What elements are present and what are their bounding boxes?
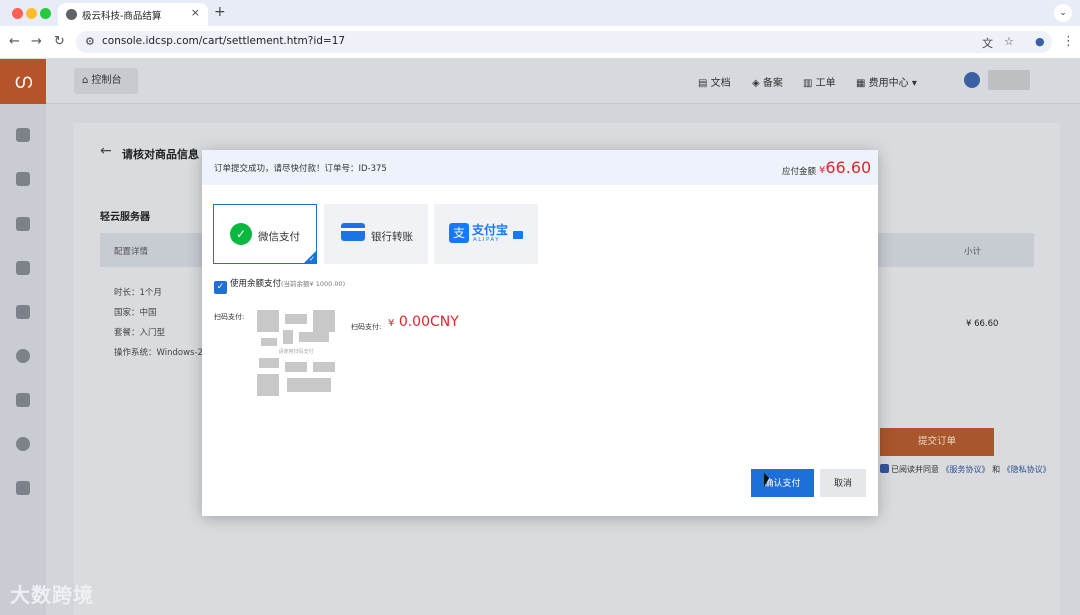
scan-currency: ¥: [388, 318, 395, 329]
close-window-button[interactable]: [12, 8, 23, 19]
amount-due-label: 应付金额: [782, 167, 817, 177]
database-icon[interactable]: [16, 305, 30, 319]
col-subtotal: 小计: [964, 247, 982, 257]
agree-text: 已阅读并同意: [891, 465, 939, 474]
console-home-button[interactable]: ⌂ 控制台: [74, 68, 138, 94]
billing-label: 费用中心: [868, 78, 909, 89]
docs-label: 文档: [710, 78, 731, 89]
payment-dialog-header: 订单提交成功，请尽快付款！订单号：ID-375 应付金额 ¥66.60: [202, 150, 878, 185]
icp-label: 备案: [762, 78, 783, 89]
service-agreement-link[interactable]: 《服务协议》: [942, 465, 990, 474]
browser-tab-strip: 极云科技-商品结算 × + ⌄: [0, 0, 1080, 26]
tab-search-button[interactable]: ⌄: [1054, 4, 1072, 22]
scan-pay-label-2: 扫码支付:: [351, 323, 382, 331]
new-tab-button[interactable]: +: [214, 4, 226, 20]
home-icon: ⌂: [82, 75, 92, 86]
watermark: 大数跨境: [10, 583, 94, 607]
url-text: console.idcsp.com/cart/settlement.htm?id…: [102, 35, 346, 47]
alipay-sub-label: ALIPAY: [473, 237, 501, 243]
monitor-icon: [513, 231, 523, 239]
privacy-agreement-link[interactable]: 《隐私协议》: [1003, 465, 1051, 474]
back-button[interactable]: ←: [9, 34, 20, 49]
username-redacted[interactable]: [988, 70, 1030, 90]
scan-pay-label: 扫码支付:: [214, 313, 245, 321]
minimize-window-button[interactable]: [26, 8, 37, 19]
col-config: 配置详情: [114, 247, 149, 257]
mouse-cursor: [764, 473, 769, 487]
tab-close-icon[interactable]: ×: [191, 6, 200, 19]
address-bar[interactable]: ⚙ console.idcsp.com/cart/settlement.htm?…: [76, 31, 1052, 53]
pay-method-alipay[interactable]: 支 支付宝 ALIPAY: [434, 204, 538, 264]
globe-icon[interactable]: [16, 349, 30, 363]
pay-method-bank-label: 银行转账: [371, 231, 413, 243]
payment-dialog: 订单提交成功，请尽快付款！订单号：ID-375 应付金额 ¥66.60 ✓ 微信…: [202, 150, 878, 516]
agreement-row: 已阅读并同意 《服务协议》 和 《隐私协议》: [880, 464, 1051, 475]
dashboard-icon[interactable]: [16, 128, 30, 142]
pay-method-wechat[interactable]: ✓ 微信支付 ✓: [213, 204, 317, 264]
amount-due-value: ¥66.60: [819, 158, 871, 177]
spec-duration: 时长：1个月: [114, 288, 162, 298]
icp-link[interactable]: ◈ 备案: [752, 74, 783, 89]
scan-pay-amount: ¥ 0.00CNY: [388, 314, 459, 330]
product-section-title: 轻云服务器: [100, 212, 150, 223]
use-balance-label: 使用余额支付: [230, 279, 282, 289]
spec-os: 操作系统：Windows-20: [114, 348, 209, 358]
cancel-button[interactable]: 取消: [820, 469, 866, 497]
check-icon[interactable]: [16, 437, 30, 451]
agree-checkbox[interactable]: [880, 464, 889, 473]
check-icon: ✓: [309, 255, 315, 263]
use-balance-checkbox[interactable]: ✓: [214, 281, 227, 294]
bank-card-icon: [341, 223, 365, 241]
pay-method-bank[interactable]: 银行转账: [324, 204, 428, 264]
ticket-label: 工单: [815, 78, 836, 89]
forward-button[interactable]: →: [31, 34, 42, 49]
globe-icon: [66, 9, 77, 20]
pay-method-alipay-label: 支付宝: [472, 223, 509, 237]
spec-plan: 套餐：入门型: [114, 328, 166, 338]
billing-link[interactable]: ▦ 费用中心 ▾: [856, 74, 917, 89]
storage-icon[interactable]: [16, 217, 30, 231]
file-icon[interactable]: [16, 261, 30, 275]
server-icon[interactable]: [16, 172, 30, 186]
use-balance-row: ✓ 使用余额支付(当前余额¥ 1000.00): [214, 277, 345, 294]
translate-icon[interactable]: 文: [982, 35, 993, 51]
page-title: 请核对商品信息: [122, 148, 199, 161]
confirm-payment-button[interactable]: 确认支付: [751, 469, 814, 497]
qr-caption: 请使用扫码支付: [257, 348, 335, 355]
user-avatar[interactable]: [964, 72, 980, 88]
browser-tab[interactable]: 极云科技-商品结算 ×: [58, 3, 208, 26]
browser-toolbar: ← → ↻ ⚙ console.idcsp.com/cart/settlemen…: [0, 26, 1080, 59]
payment-qr-code: 请使用扫码支付: [257, 310, 335, 396]
ssl-icon[interactable]: [16, 393, 30, 407]
wechat-icon: ✓: [230, 223, 252, 245]
console-home-label: 控制台: [91, 75, 122, 86]
scan-amount-number: 0.00CNY: [398, 314, 459, 330]
spec-country: 国家：中国: [114, 308, 157, 318]
back-arrow-icon[interactable]: ←: [100, 143, 112, 159]
order-success-message: 订单提交成功，请尽快付款！订单号：ID-375: [214, 164, 387, 174]
site-info-icon[interactable]: ⚙: [85, 35, 95, 48]
profile-icon[interactable]: ●: [1035, 35, 1045, 48]
reload-button[interactable]: ↻: [54, 34, 65, 49]
agree-and: 和: [992, 465, 1001, 474]
maximize-window-button[interactable]: [40, 8, 51, 19]
pay-method-wechat-label: 微信支付: [258, 231, 300, 243]
balance-hint: (当前余额¥ 1000.00): [281, 280, 346, 288]
brand-logo[interactable]: ഗ: [0, 59, 46, 104]
docs-link[interactable]: ▤ 文档: [698, 74, 731, 89]
chevron-down-icon: ▾: [911, 78, 917, 89]
browser-menu-button[interactable]: ⋮: [1062, 34, 1075, 49]
sidebar: ഗ: [0, 59, 46, 615]
submit-order-button[interactable]: 提交订单: [880, 428, 994, 456]
shield-icon[interactable]: [16, 481, 30, 495]
bookmark-star-icon[interactable]: ☆: [1004, 35, 1014, 48]
ticket-link[interactable]: ▥ 工单: [803, 74, 836, 89]
tab-title: 极云科技-商品结算: [82, 11, 162, 22]
amount-number: 66.60: [825, 158, 872, 177]
alipay-icon: 支: [449, 223, 469, 243]
subtotal-value: ¥ 66.60: [966, 319, 999, 329]
console-topbar: ⌂ 控制台 ▤ 文档 ◈ 备案 ▥ 工单 ▦ 费用中心 ▾: [46, 59, 1080, 104]
